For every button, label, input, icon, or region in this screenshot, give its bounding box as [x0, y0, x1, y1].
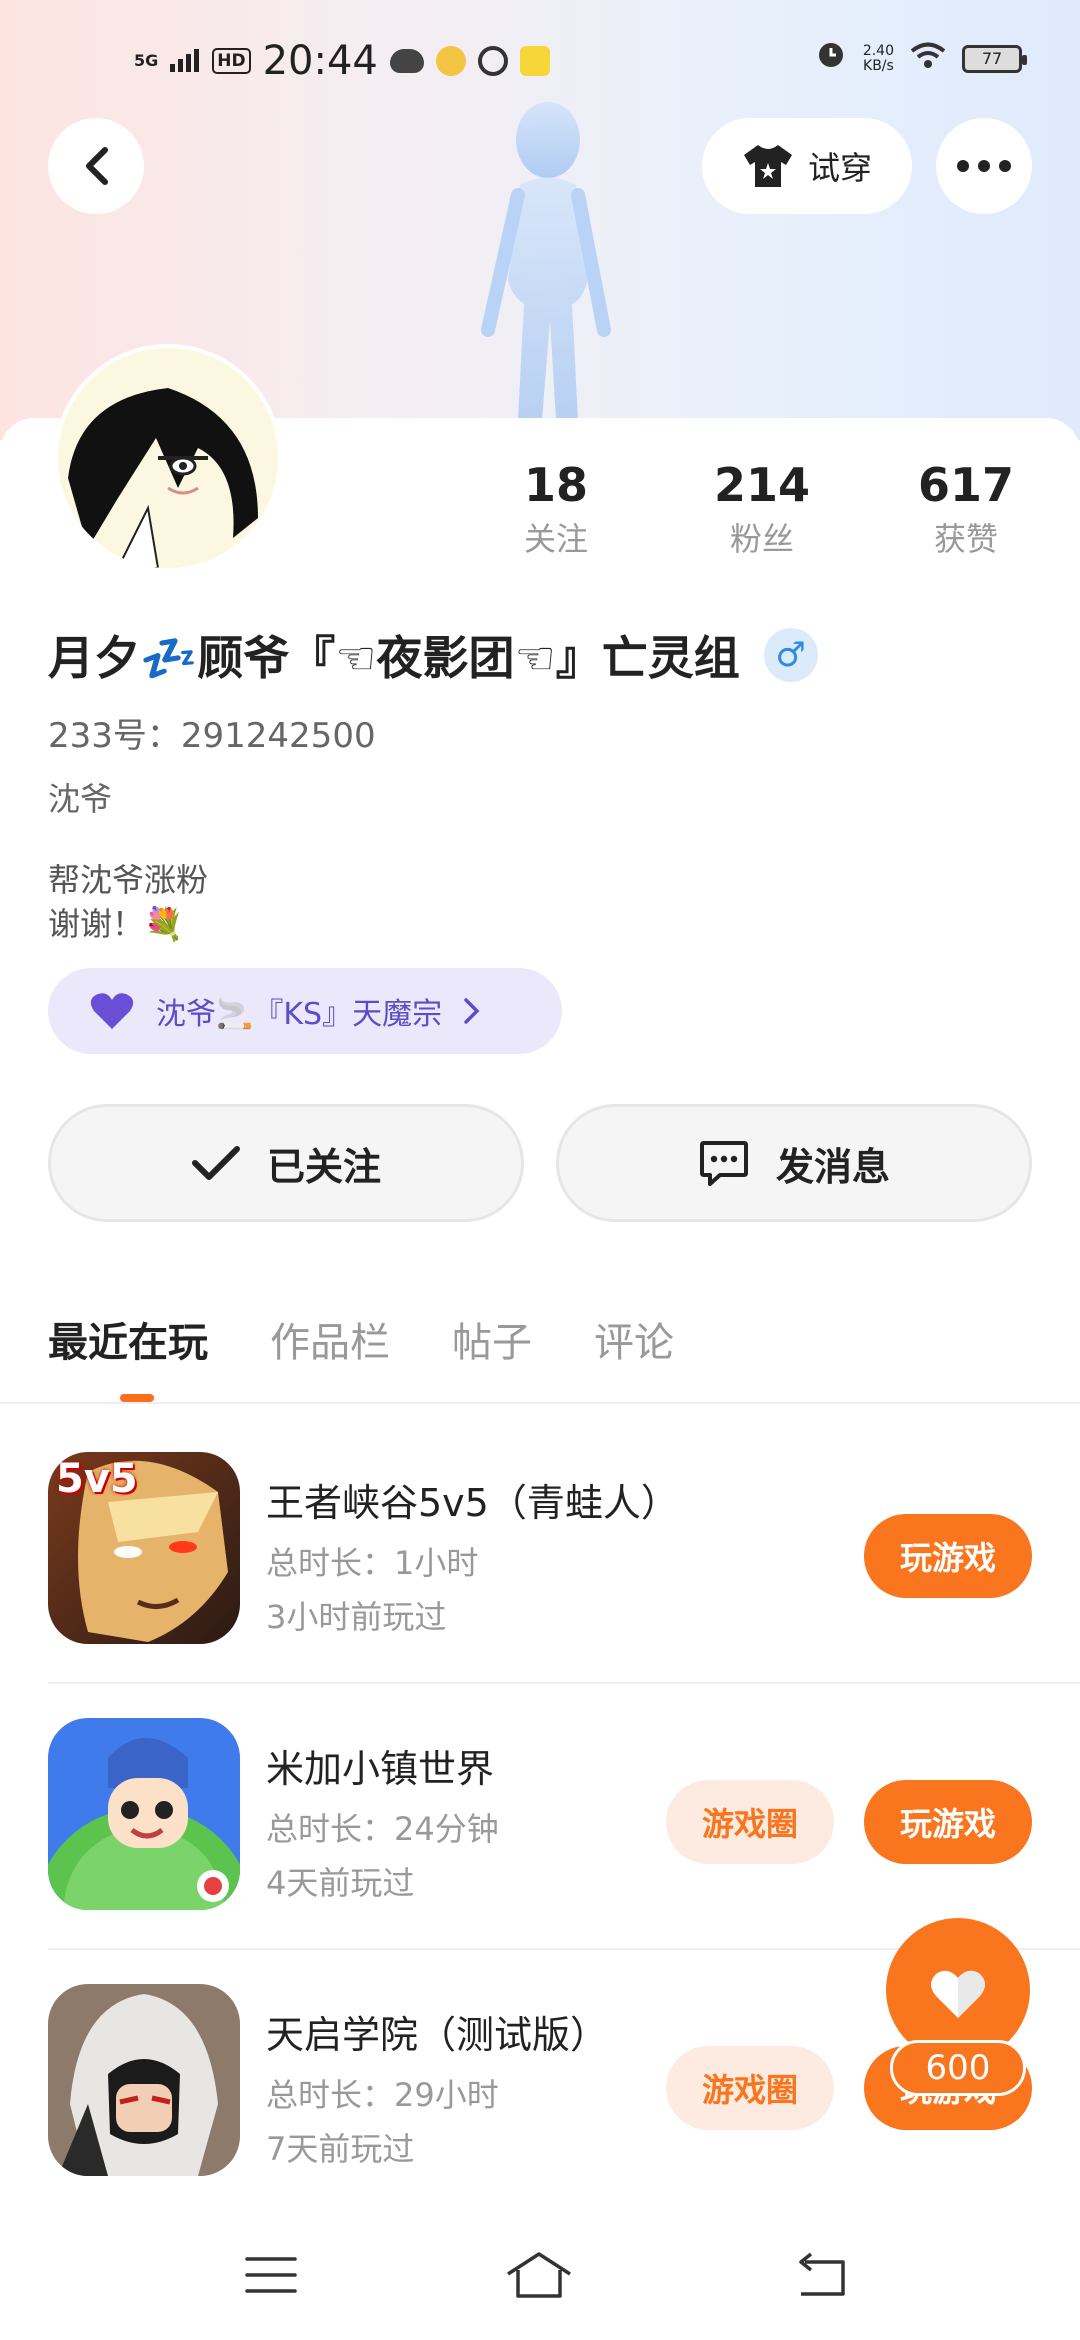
followed-label: 已关注 [266, 1144, 381, 1189]
try-on-button[interactable]: 试穿 [702, 118, 912, 214]
more-dots-icon [957, 160, 1011, 172]
game-icon-label: 5v5 [56, 1456, 138, 1502]
guild-name: 沈爷🚬『KS』天魔宗 [156, 997, 443, 1032]
chevron-left-icon [86, 147, 108, 185]
username-row: 月夕💤顾爷『☜夜影团☜』亡灵组 ♂ [48, 622, 818, 688]
back-nav-button[interactable] [786, 2240, 856, 2310]
reader-app-icon [519, 46, 550, 76]
tab-posts[interactable]: 帖子 [452, 1310, 532, 1368]
signal-bars-icon [170, 41, 200, 81]
bio-line-2: 谢谢！💐 [48, 905, 184, 943]
checkmark-icon [191, 1146, 240, 1180]
following-count: 18 [523, 458, 588, 512]
avatar-outfit-figure [481, 102, 611, 420]
followers-count: 214 [713, 458, 811, 512]
menu-nav-button[interactable] [236, 2240, 306, 2310]
game-last-played: 4天前玩过 [266, 1864, 415, 1902]
avatar-illustration [58, 348, 278, 568]
profile-tabs: 最近在玩 作品栏 帖子 评论 [48, 1310, 674, 1368]
status-bar: 5G HD 20:44 2.40 KB/s 77 [0, 38, 1080, 84]
following-stat[interactable]: 18 关注 [486, 458, 626, 560]
like-count-badge: 600 [890, 2040, 1026, 2096]
game-title: 王者峡谷5v5（青蛙人） [266, 1481, 679, 1525]
game-circle-button[interactable]: 游戏圈 [666, 1780, 834, 1864]
hd-badge: HD [212, 48, 251, 74]
home-icon [507, 2252, 571, 2298]
user-signature-name: 沈爷 [48, 780, 113, 818]
speed-unit: KB/s [863, 57, 894, 74]
play-game-button[interactable]: 玩游戏 [864, 1514, 1032, 1598]
chevron-right-icon [464, 998, 480, 1024]
try-on-label: 试穿 [807, 149, 872, 187]
battery-indicator: 77 [962, 44, 1027, 73]
tab-recently-played[interactable]: 最近在玩 [48, 1310, 208, 1368]
clock: 20:44 [262, 38, 378, 84]
music-app-icon [477, 46, 508, 76]
back-button[interactable] [48, 118, 144, 214]
game-icon-honor-of-kings: 5v5 [48, 1452, 240, 1644]
likes-count: 617 [917, 458, 1015, 512]
send-message-label: 发消息 [775, 1144, 890, 1189]
tab-works[interactable]: 作品栏 [270, 1310, 390, 1368]
tshirt-icon [743, 145, 792, 187]
menu-icon [245, 2257, 297, 2293]
play-game-button[interactable]: 玩游戏 [864, 1780, 1032, 1864]
game-playtime: 总时长：29小时 [266, 2076, 499, 2114]
game-playtime: 总时长：24分钟 [266, 1810, 499, 1848]
network-speed: 2.40 KB/s [862, 42, 894, 74]
more-options-button[interactable] [936, 118, 1032, 214]
game-last-played: 3小时前玩过 [266, 1598, 447, 1636]
system-navigation-bar [0, 2210, 1080, 2340]
game-title: 米加小镇世界 [266, 1747, 495, 1791]
user-id[interactable]: 233号：291242500 [48, 708, 376, 757]
user-bio: 帮沈爷涨粉 谢谢！💐 [48, 858, 208, 946]
game-circle-button[interactable]: 游戏圈 [666, 2046, 834, 2130]
tabs-divider [0, 1402, 1080, 1404]
alarm-icon [815, 38, 847, 79]
send-message-button[interactable]: 发消息 [556, 1104, 1032, 1222]
bio-line-1: 帮沈爷涨粉 [48, 861, 209, 899]
return-icon [799, 2252, 845, 2296]
username: 月夕💤顾爷『☜夜影团☜』亡灵组 [48, 631, 740, 685]
followers-stat[interactable]: 214 粉丝 [692, 458, 832, 560]
game-last-played: 7天前玩过 [266, 2130, 415, 2168]
gender-male-icon: ♂ [763, 628, 818, 682]
game-playtime: 总时长：1小时 [266, 1544, 479, 1582]
game-icon-miga-town [48, 1718, 240, 1910]
following-label: 关注 [523, 520, 588, 558]
cloud-icon [389, 49, 424, 73]
tab-comments[interactable]: 评论 [594, 1310, 674, 1368]
likes-stat[interactable]: 617 获赞 [896, 458, 1036, 560]
likes-label: 获赞 [933, 520, 998, 558]
heart-icon [90, 993, 134, 1029]
list-divider [48, 1682, 1080, 1684]
chat-bubble-icon [699, 1141, 748, 1186]
signal-indicator: 5G [134, 51, 159, 70]
game-title: 天启学院（测试版） [266, 2013, 609, 2057]
active-tab-indicator [120, 1394, 154, 1402]
followed-button[interactable]: 已关注 [48, 1104, 524, 1222]
followers-label: 粉丝 [729, 520, 794, 558]
home-nav-button[interactable] [504, 2240, 574, 2310]
pet-app-icon [435, 46, 466, 76]
wifi-icon [910, 39, 946, 79]
game-icon-tianqi-academy [48, 1984, 240, 2176]
speed-value: 2.40 [862, 42, 894, 59]
avatar[interactable] [54, 344, 282, 572]
game-list-item[interactable]: 5v5 王者峡谷5v5（青蛙人） 总时长：1小时 3小时前玩过 玩游戏 [0, 1452, 1080, 1718]
guild-badge[interactable]: 沈爷🚬『KS』天魔宗 [48, 968, 562, 1054]
